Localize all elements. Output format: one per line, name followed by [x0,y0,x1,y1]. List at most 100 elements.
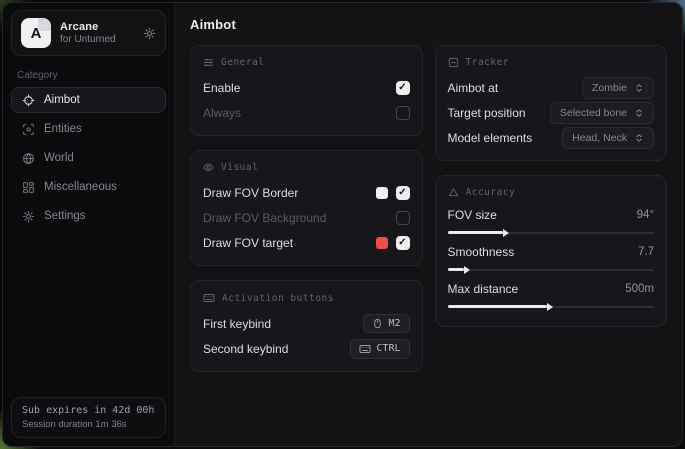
model-elements-select[interactable]: Head, Neck [562,127,654,149]
card-header-label: Accuracy [466,187,516,198]
card-header-label: Visual [221,162,258,173]
fov-size-slider[interactable] [448,228,655,237]
setting-row-enable: Enable [203,75,410,100]
setting-row-target-position: Target position Selected bone [448,100,655,125]
setting-value: 500m [625,283,654,295]
gear-icon [22,210,35,223]
sidebar-item-miscellaneous[interactable]: Miscellaneous [11,174,166,200]
first-keybind-button[interactable]: M2 [363,314,409,333]
activation-card: Activation buttons First keybind M2 [190,280,423,372]
gear-icon[interactable] [143,27,156,40]
card-header-label: General [221,57,265,68]
app-titles: Arcane for Unturned [60,21,134,45]
setting-label: Target position [448,106,526,120]
chevrons-up-down-icon [634,133,644,143]
setting-label: Draw FOV target [203,236,293,250]
setting-label: Model elements [448,131,533,145]
keyboard-icon [203,292,215,304]
card-header: Visual [203,162,410,173]
color-swatch[interactable] [376,187,388,199]
category-label: Category [17,70,160,81]
subscription-info: Sub expires in 42d 00h Session duration … [11,397,166,438]
session-duration-text: Session duration 1m 36s [22,419,155,430]
app-header: A Arcane for Unturned [11,10,166,56]
sidebar-item-label: Entities [44,123,82,135]
card-header: Accuracy [448,187,655,198]
setting-value: 94° [637,209,654,221]
slider-thumb[interactable] [547,303,553,311]
setting-label: Max distance [448,282,519,296]
slider-thumb[interactable] [464,266,470,274]
fov-border-checkbox[interactable] [396,186,410,200]
card-header-label: Tracker [466,57,510,68]
setting-row-fov-target: Draw FOV target [203,230,410,255]
always-checkbox[interactable] [396,106,410,120]
setting-label: FOV size [448,208,497,222]
max-distance-slider[interactable] [448,302,655,311]
setting-row-fov-size: FOV size 94° [448,205,655,237]
select-value: Selected bone [560,107,627,119]
sidebar-item-label: Settings [44,210,86,222]
app-subtitle: for Unturned [60,34,134,45]
cheat-menu-window: A Arcane for Unturned Category [2,2,683,447]
target-position-select[interactable]: Selected bone [550,102,654,124]
sidebar-item-label: World [44,152,74,164]
sidebar-item-world[interactable]: World [11,145,166,171]
page-title: Aimbot [190,17,667,32]
setting-row-aimbot-at: Aimbot at Zombie [448,75,655,100]
sub-expires-text: Sub expires in 42d 00h [22,405,155,416]
setting-label: First keybind [203,317,271,331]
general-card: General Enable Always [190,45,423,136]
keyboard-icon [359,343,371,355]
card-header-label: Activation buttons [222,293,334,304]
select-value: Head, Neck [572,132,627,144]
color-swatch[interactable] [376,237,388,249]
keybind-value: M2 [388,318,400,329]
chevrons-up-down-icon [634,83,644,93]
aimbot-at-select[interactable]: Zombie [582,77,654,99]
keybind-value: CTRL [376,343,400,354]
card-header: Tracker [448,57,655,68]
sidebar-item-entities[interactable]: Entities [11,116,166,142]
grid-icon [22,181,35,194]
card-header: General [203,57,410,68]
sidebar: A Arcane for Unturned Category [3,3,175,446]
crosshair-icon [22,94,35,107]
setting-row-first-keybind: First keybind M2 [203,311,410,336]
globe-icon [22,152,35,165]
second-keybind-button[interactable]: CTRL [350,339,409,359]
eye-icon [203,162,214,173]
sidebar-item-settings[interactable]: Settings [11,203,166,229]
sliders-icon [203,57,214,68]
fov-target-checkbox[interactable] [396,236,410,250]
setting-label: Draw FOV Background [203,211,326,225]
setting-row-smoothness: Smoothness 7.7 [448,242,655,274]
setting-row-fov-background: Draw FOV Background [203,205,410,230]
sidebar-nav: Aimbot Entities World [3,87,174,229]
enable-checkbox[interactable] [396,81,410,95]
slider-thumb[interactable] [503,229,509,237]
setting-label: Draw FOV Border [203,186,298,200]
mouse-icon [372,318,383,329]
scan-icon [22,123,35,136]
triangle-icon [448,187,459,198]
sidebar-item-label: Miscellaneous [44,181,117,193]
select-value: Zombie [592,82,627,94]
setting-label: Enable [203,81,240,95]
main-panel: Aimbot General Enable [175,3,682,446]
visual-card: Visual Draw FOV Border Draw FOV Backgrou… [190,150,423,266]
setting-row-max-distance: Max distance 500m [448,279,655,311]
setting-row-always: Always [203,100,410,125]
setting-row-fov-border: Draw FOV Border [203,180,410,205]
app-name: Arcane [60,21,134,33]
setting-row-second-keybind: Second keybind CTRL [203,336,410,361]
chevrons-up-down-icon [634,108,644,118]
setting-label: Always [203,106,241,120]
logo-letter: A [31,25,42,42]
setting-row-model-elements: Model elements Head, Neck [448,125,655,150]
app-logo: A [21,18,51,48]
fov-background-checkbox[interactable] [396,211,410,225]
sidebar-item-aimbot[interactable]: Aimbot [11,87,166,113]
smoothness-slider[interactable] [448,265,655,274]
setting-label: Aimbot at [448,81,499,95]
